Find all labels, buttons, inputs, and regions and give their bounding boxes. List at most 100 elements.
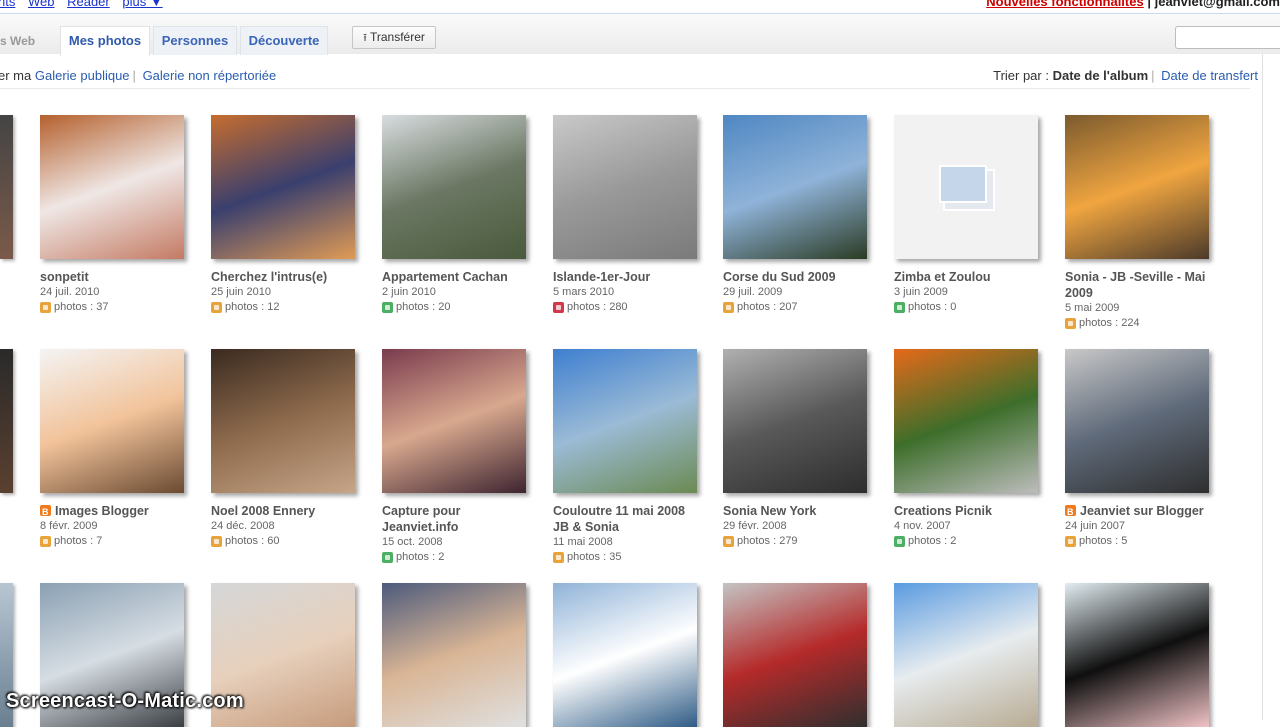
upload-button[interactable]: ⭱ Transférer [352,26,436,49]
unlisted-lock-icon [1065,317,1076,329]
album-card[interactable]: Islande-1er-Jour 5 mars 2010 photos : 280 [553,115,703,315]
album-thumbnail[interactable] [723,583,867,727]
album-title[interactable]: Corse du Sud 2009 [723,269,873,285]
unlisted-gallery-link[interactable]: Galerie non répertoriée [143,68,277,83]
album-title[interactable]: Jeanviet sur Blogger [1065,503,1215,520]
album-photo-count: photos : 5 [1065,533,1215,549]
gbar-link-reader[interactable]: Reader [67,0,110,9]
album-thumbnail[interactable] [382,349,526,493]
album-title[interactable]: Sonia - JB -Seville - Mai 2009 [1065,269,1215,301]
sort-by-upload-date[interactable]: Date de transfert [1161,68,1258,83]
album-thumbnail[interactable] [553,349,697,493]
album-card[interactable] [1065,583,1215,727]
album-card[interactable] [553,583,703,727]
album-date: 5 mars 2010 [553,286,615,298]
album-thumbnail[interactable] [40,115,184,259]
album-title[interactable]: Appartement Cachan [382,269,532,285]
album-thumbnail[interactable] [894,115,1038,259]
album-card[interactable] [382,583,532,727]
upload-label: Transférer [369,30,425,44]
album-title-text: Sonia New York [723,504,817,518]
album-card[interactable]: Corse du Sud 2009 29 juil. 2009 photos : 2… [723,115,873,315]
album-title-text: Corse du Sud 2009 [723,270,836,284]
album-count-text: photos : 37 [54,301,109,313]
sort-label: Trier par : [993,68,1049,83]
album-thumbnail[interactable] [211,115,355,259]
album-title[interactable]: sonpetit [40,269,190,285]
album-photo-count: photos : 35 [553,549,703,565]
album-thumbnail[interactable] [723,349,867,493]
album-card[interactable]: Creations Picnik 4 nov. 2007 photos : 2 [894,349,1044,549]
album-title[interactable]: Zimba et Zoulou [894,269,1044,285]
album-title[interactable]: Creations Picnik [894,503,1044,519]
album-thumbnail[interactable] [1065,583,1209,727]
album-thumbnail-partial[interactable] [0,115,13,259]
tab-my-photos[interactable]: Mes photos [60,26,150,56]
public-globe-icon [382,301,393,313]
search-input[interactable] [1175,26,1280,49]
account-email[interactable]: jeanviet@gmail.com [1155,0,1280,9]
album-title-text: Jeanviet sur Blogger [1080,504,1204,518]
album-thumbnail[interactable] [211,349,355,493]
album-card[interactable]: sonpetit 24 juil. 2010 photos : 37 [40,115,190,315]
album-thumbnail[interactable] [894,583,1038,727]
album-title[interactable]: Couloutre 11 mai 2008 JB & Sonia [553,503,703,535]
tab-explore[interactable]: Découverte [240,26,328,55]
gbar-link-web[interactable]: Web [28,0,55,9]
album-card[interactable]: Noel 2008 Ennery 24 déc. 2008 photos : 60 [211,349,361,549]
album-thumbnail[interactable] [382,115,526,259]
album-card[interactable]: Couloutre 11 mai 2008 JB & Sonia 11 mai 2… [553,349,703,565]
album-card[interactable]: Capture pour Jeanviet.info 15 oct. 2008 ph… [382,349,532,565]
unlisted-lock-icon [723,535,734,547]
album-card[interactable] [723,583,873,727]
album-title[interactable]: Capture pour Jeanviet.info [382,503,532,535]
tab-people[interactable]: Personnes [153,26,237,55]
album-count-text: photos : 5 [1079,535,1128,547]
gbar-account: Nouvelles fonctionnalités | jeanviet@gma… [986,0,1280,8]
public-gallery-link[interactable]: Galerie publique [35,68,130,83]
album-title[interactable]: Noel 2008 Ennery [211,503,361,519]
album-photo-count: photos : 7 [40,533,190,549]
album-date: 3 juin 2009 [894,286,948,298]
album-thumbnail[interactable] [1065,115,1209,259]
album-thumbnail[interactable] [553,115,697,259]
album-card[interactable]: Zimba et Zoulou 3 juin 2009 photos : 0 [894,115,1044,315]
album-date: 29 juil. 2009 [723,286,783,298]
album-thumbnail[interactable] [723,115,867,259]
gbar-links: nts Web Reader plus ▼ [0,0,172,8]
unlisted-lock-icon [723,301,734,313]
album-thumbnail[interactable] [553,583,697,727]
album-thumbnail[interactable] [1065,349,1209,493]
album-card[interactable]: Images Blogger 8 févr. 2009 photos : 7 [40,349,190,549]
album-title-text: Capture pour Jeanviet.info [382,504,461,534]
unlisted-lock-icon [40,535,51,547]
album-photo-count: photos : 280 [553,299,703,315]
album-title[interactable]: Islande-1er-Jour [553,269,703,285]
scrollbar-track[interactable] [1262,54,1263,720]
album-card[interactable] [894,583,1044,727]
album-date: 11 mai 2008 [553,536,613,548]
album-date: 15 oct. 2008 [382,536,443,548]
album-thumbnail[interactable] [382,583,526,727]
album-title[interactable]: Sonia New York [723,503,873,519]
gbar-link-partial[interactable]: nts [0,0,15,9]
album-title[interactable]: Images Blogger [40,503,190,520]
album-card[interactable]: Sonia New York 29 févr. 2008 photos : 279 [723,349,873,549]
album-title[interactable]: Cherchez l'intrus(e) [211,269,361,285]
album-photo-count: photos : 207 [723,299,873,315]
album-thumbnail[interactable] [894,349,1038,493]
album-card[interactable]: Jeanviet sur Blogger 24 juin 2007 photos :… [1065,349,1215,549]
empty-album-icon [939,165,987,203]
album-date: 29 févr. 2008 [723,520,787,532]
tab-web-partial[interactable]: s Web [0,34,35,48]
new-features-link[interactable]: Nouvelles fonctionnalités [986,0,1143,9]
album-card[interactable]: Sonia - JB -Seville - Mai 2009 5 mai 2009… [1065,115,1215,331]
album-card[interactable]: Appartement Cachan 2 juin 2010 photos : 20 [382,115,532,315]
album-card[interactable]: Cherchez l'intrus(e) 25 juin 2010 photos :… [211,115,361,315]
album-date: 24 juin 2007 [1065,520,1125,532]
album-thumbnail-partial[interactable] [0,349,13,493]
album-title-text: Creations Picnik [894,504,992,518]
gbar-link-more[interactable]: plus ▼ [122,0,162,9]
album-thumbnail[interactable] [40,349,184,493]
album-title-text: Zimba et Zoulou [894,270,991,284]
